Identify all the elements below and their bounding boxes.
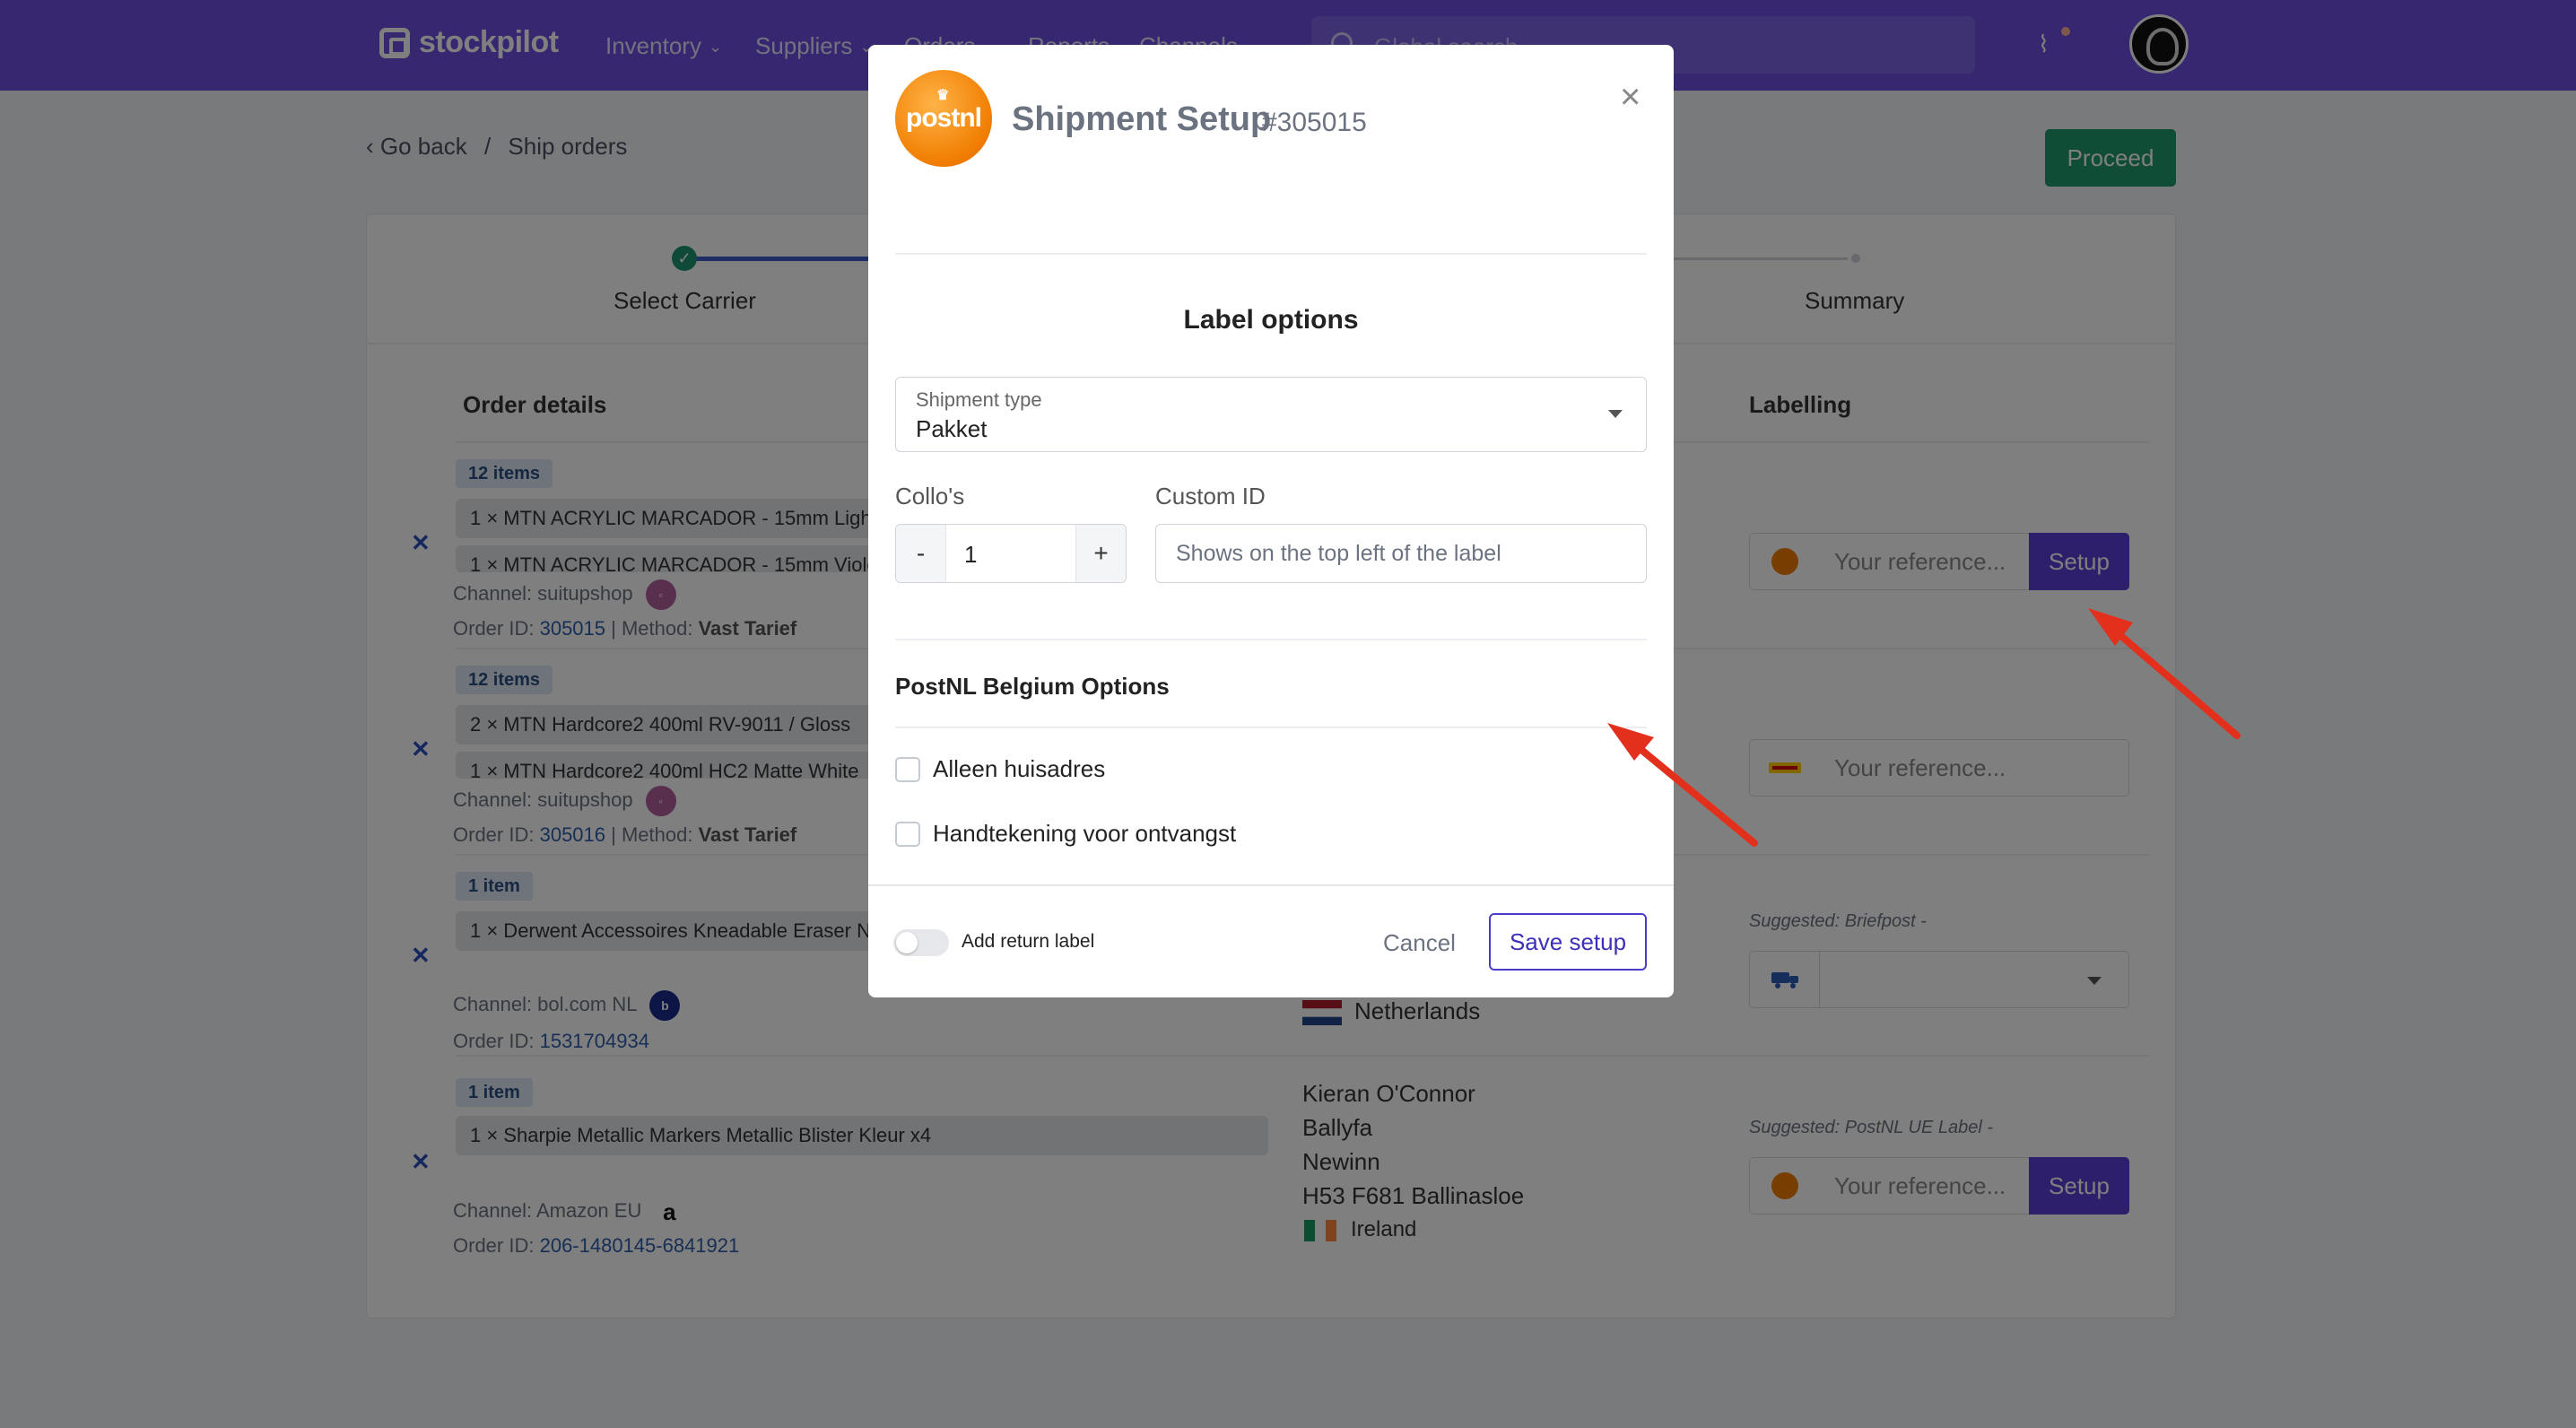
- custom-id-input[interactable]: [1155, 524, 1647, 583]
- option-handtekening[interactable]: Handtekening voor ontvangst: [895, 820, 1236, 848]
- decrement-button[interactable]: -: [896, 525, 946, 582]
- modal-footer-divider: [868, 884, 1674, 886]
- checkbox[interactable]: [895, 756, 920, 782]
- cancel-button[interactable]: Cancel: [1383, 929, 1456, 957]
- save-setup-button[interactable]: Save setup: [1489, 913, 1647, 971]
- checkbox[interactable]: [895, 821, 920, 847]
- collos-value[interactable]: 1: [964, 541, 977, 569]
- caret-down-icon: [1608, 410, 1623, 418]
- custom-id-label: Custom ID: [1155, 483, 1266, 509]
- modal-divider: [895, 727, 1647, 728]
- collos-stepper: - 1 +: [895, 524, 1127, 583]
- postnl-logo: ♛ postnl: [895, 70, 992, 167]
- option-label: Handtekening voor ontvangst: [933, 820, 1237, 847]
- postnl-logo-text: postnl: [906, 103, 982, 133]
- option-alleen-huisadres[interactable]: Alleen huisadres: [895, 755, 1105, 783]
- modal-title: Shipment Setup: [1012, 100, 1272, 138]
- shipment-type-select[interactable]: Shipment type Pakket: [895, 377, 1647, 452]
- shipment-setup-modal: ♛ postnl Shipment Setup #305015 × Label …: [868, 45, 1674, 997]
- modal-order-number: #305015: [1262, 108, 1367, 137]
- label-options-title: Label options: [1183, 305, 1359, 335]
- crown-icon: ♛: [936, 88, 949, 103]
- return-label-text: Add return label: [962, 931, 1095, 952]
- modal-divider: [895, 253, 1647, 255]
- close-icon[interactable]: ×: [1620, 77, 1640, 118]
- shipment-type-value: Pakket: [916, 415, 988, 442]
- shipment-type-label: Shipment type: [916, 388, 1042, 411]
- modal-divider: [895, 639, 1647, 640]
- increment-button[interactable]: +: [1075, 525, 1126, 582]
- option-label: Alleen huisadres: [933, 755, 1106, 782]
- belgium-options-title: PostNL Belgium Options: [895, 673, 1170, 700]
- collos-label: Collo's: [895, 483, 965, 509]
- return-label-toggle[interactable]: [893, 929, 949, 956]
